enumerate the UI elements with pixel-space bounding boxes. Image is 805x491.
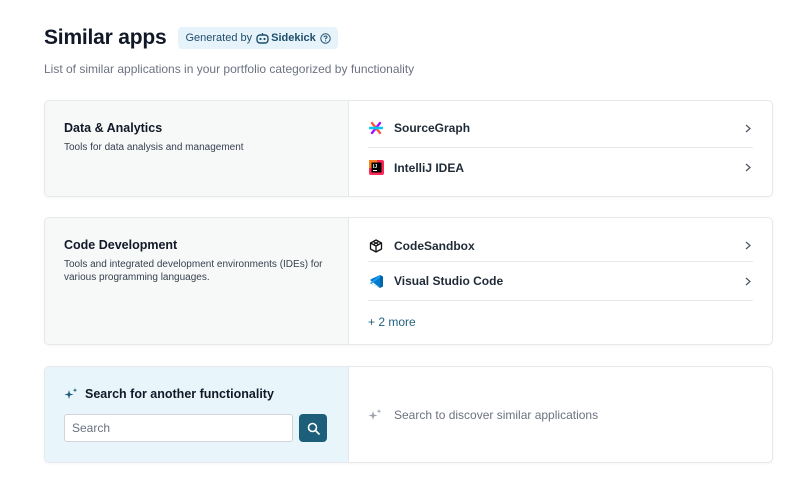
category-info: Code Development Tools and integrated de…	[45, 218, 349, 344]
category-title: Code Development	[64, 238, 178, 252]
app-row-vscode[interactable]: Visual Studio Code	[368, 262, 753, 301]
page-header: Similar apps Generated by Sidekick	[44, 26, 338, 50]
page-title: Similar apps	[44, 26, 167, 49]
chevron-right-icon	[743, 241, 753, 251]
search-row	[64, 414, 329, 442]
search-title: Search for another functionality	[64, 387, 329, 401]
chevron-right-icon	[743, 123, 753, 133]
sourcegraph-icon	[368, 120, 384, 136]
search-input[interactable]	[64, 414, 293, 442]
app-name: Visual Studio Code	[394, 274, 504, 288]
intellij-icon: IJ	[368, 160, 384, 176]
sidekick-robot-icon	[256, 32, 269, 44]
svg-text:IJ: IJ	[373, 164, 377, 170]
search-button[interactable]	[299, 414, 327, 442]
help-icon[interactable]	[320, 32, 331, 44]
category-description: Tools for data analysis and management	[64, 142, 244, 153]
vscode-icon	[368, 273, 384, 289]
category-description: Tools and integrated development environ…	[64, 259, 323, 283]
search-empty-state: Search to discover similar applications	[368, 408, 598, 422]
category-card-data-analytics: Data & Analytics Tools for data analysis…	[44, 100, 773, 197]
search-icon	[307, 422, 320, 435]
app-row-intellij[interactable]: IJ IntelliJ IDEA	[368, 148, 753, 187]
chevron-right-icon	[743, 276, 753, 286]
search-title-label: Search for another functionality	[85, 387, 274, 401]
chevron-right-icon	[743, 163, 753, 173]
search-results-panel: Search to discover similar applications	[349, 367, 772, 462]
generated-by-badge: Generated by Sidekick	[178, 27, 338, 49]
app-row-codesandbox[interactable]: CodeSandbox	[368, 218, 753, 262]
app-name: SourceGraph	[394, 121, 471, 135]
search-functionality-card: Search for another functionality Search …	[44, 366, 773, 463]
sparkle-icon	[368, 408, 382, 420]
category-apps-list: SourceGraph IJ IntelliJ IDEA	[349, 101, 772, 196]
category-info: Data & Analytics Tools for data analysis…	[45, 101, 349, 196]
empty-state-text: Search to discover similar applications	[394, 407, 599, 422]
app-name: CodeSandbox	[394, 238, 475, 253]
badge-brand-label: Sidekick	[271, 32, 316, 44]
sparkle-icon	[64, 388, 78, 399]
show-more-link[interactable]: + 2 more	[368, 301, 753, 329]
search-panel: Search for another functionality	[45, 367, 349, 462]
category-card-code-development: Code Development Tools and integrated de…	[44, 217, 773, 345]
category-title: Data & Analytics	[64, 121, 163, 135]
page-subtitle: List of similar applications in your por…	[44, 62, 415, 76]
sidekick-brand: Sidekick	[256, 32, 316, 44]
category-apps-list: CodeSandbox Visual Studio Code + 2 more	[349, 218, 772, 344]
codesandbox-icon	[368, 238, 384, 254]
app-row-sourcegraph[interactable]: SourceGraph	[368, 101, 753, 148]
badge-prefix: Generated by	[185, 32, 253, 44]
app-name: IntelliJ IDEA	[394, 160, 465, 175]
